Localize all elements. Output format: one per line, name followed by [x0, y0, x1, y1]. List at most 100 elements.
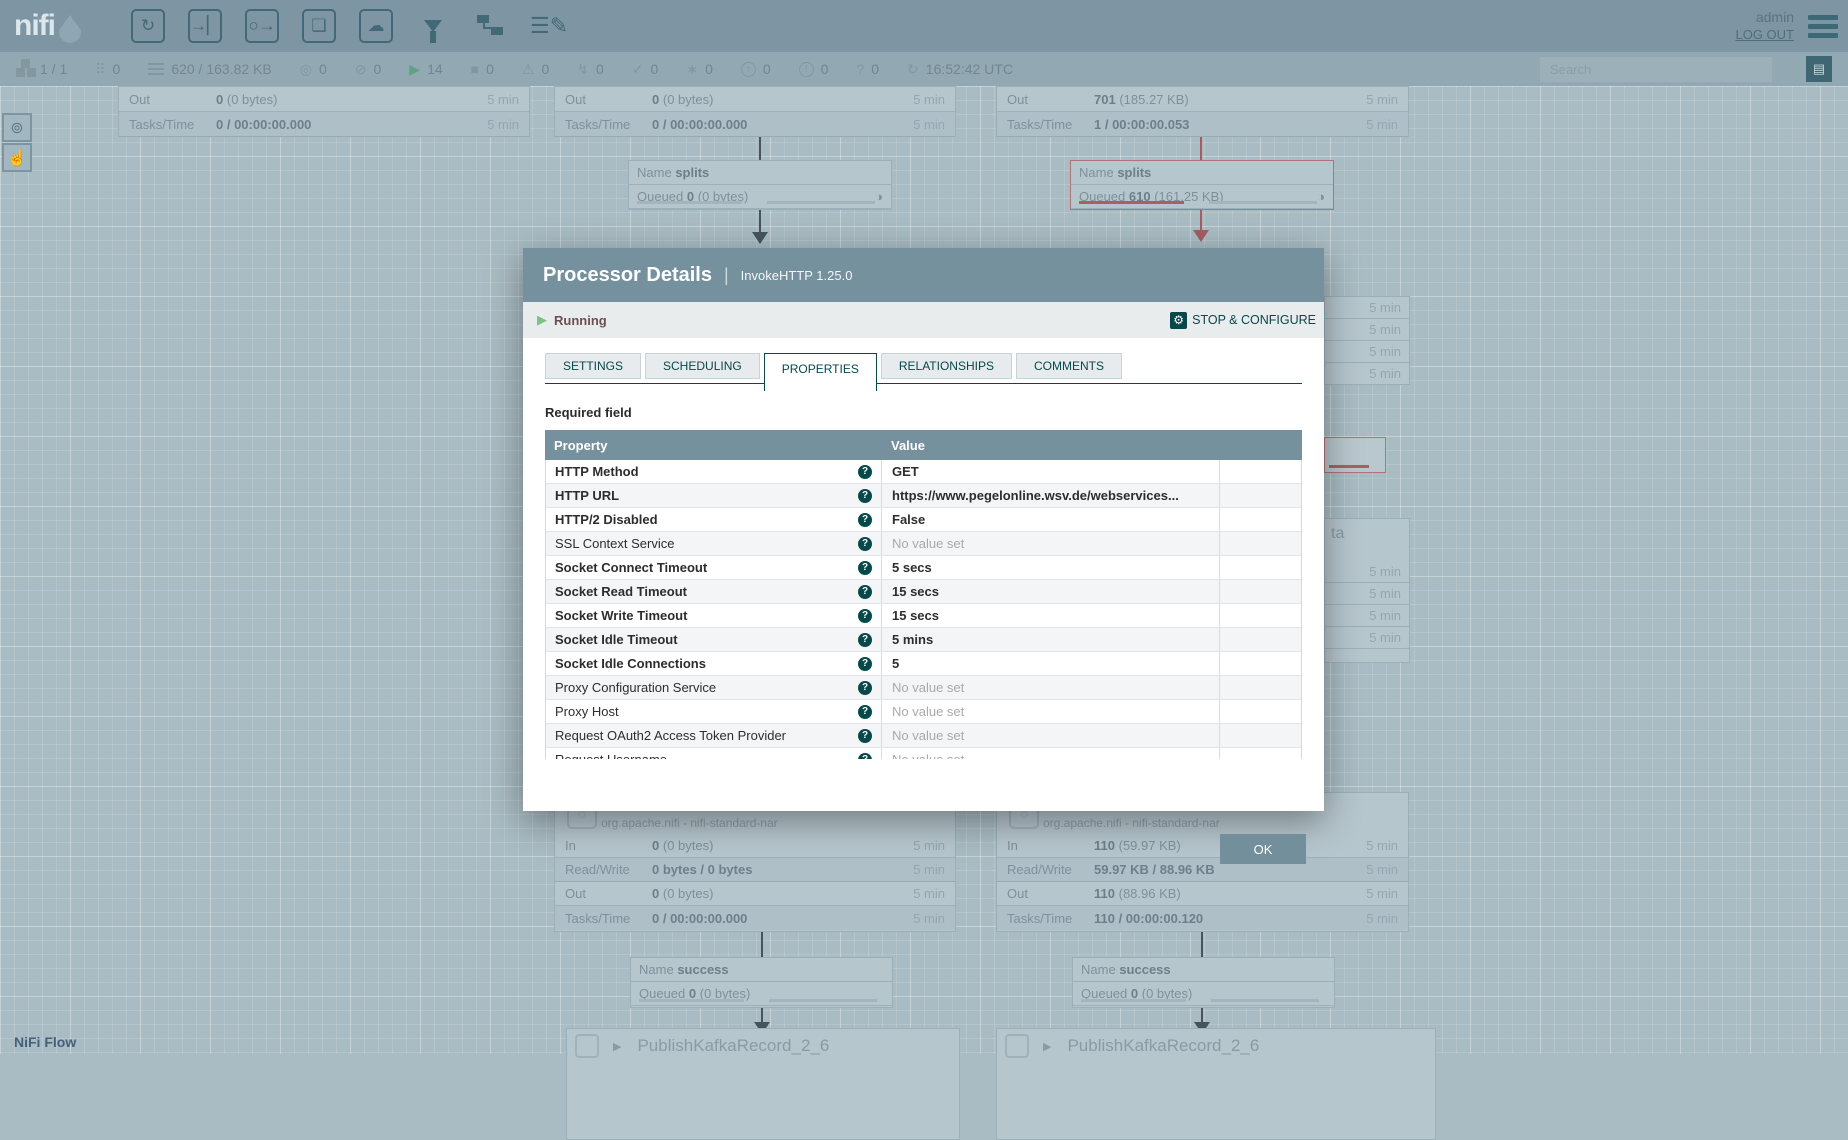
tab-properties[interactable]: PROPERTIES [764, 353, 877, 391]
connection-label-success[interactable]: Name success Queued 0 (0 bytes) [630, 957, 893, 1008]
dialog-status-row: ▶ Running ⚙ STOP & CONFIGURE [523, 302, 1324, 338]
running-icon: ▶ [409, 61, 420, 78]
transmitting-status: ◎0 [300, 61, 327, 78]
running-state-label: Running [554, 313, 607, 328]
help-icon[interactable]: ? [858, 705, 872, 719]
connection-line [761, 1008, 763, 1022]
connection-label-fragment[interactable] [1324, 437, 1386, 473]
load-balance-icon: ◑ [1317, 189, 1325, 204]
ok-button[interactable]: OK [1220, 834, 1306, 864]
navigate-palette-button[interactable]: ⊚ [2, 113, 32, 142]
backpressure-data-bar [769, 999, 877, 1002]
tab-scheduling[interactable]: SCHEDULING [645, 353, 760, 379]
logout-link[interactable]: LOG OUT [1735, 26, 1794, 43]
breadcrumb[interactable]: NiFi Flow [14, 1034, 76, 1050]
dialog-header: Processor Details | InvokeHTTP 1.25.0 [523, 248, 1324, 302]
property-row: Socket Read Timeout?15 secs [546, 580, 1301, 604]
process-group-icon[interactable]: ❏ [302, 9, 336, 43]
help-icon[interactable]: ? [858, 729, 872, 743]
property-row: Request OAuth2 Access Token Provider?No … [546, 724, 1301, 748]
connection-line [759, 137, 761, 160]
running-status: ▶14 [409, 61, 442, 78]
help-icon[interactable]: ? [858, 561, 872, 575]
input-port-icon[interactable]: →▏ [188, 9, 222, 43]
processor-fragment[interactable]: ta 5 min 5 min 5 min 5 min [1324, 518, 1410, 663]
stopped-status: ■0 [471, 61, 494, 77]
property-row: Socket Write Timeout?15 secs [546, 604, 1301, 628]
property-row: Proxy Configuration Service?No value set [546, 676, 1301, 700]
tab-relationships[interactable]: RELATIONSHIPS [881, 353, 1012, 379]
global-menu-button[interactable] [1808, 15, 1838, 38]
locally-modified-icon: ∗ [686, 61, 698, 78]
connection-label-splits[interactable]: Name splits Queued 0 (0 bytes)◑ [628, 160, 892, 210]
connection-label-splits[interactable]: Name splits Queued 610 (161.25 KB)◑ [1070, 160, 1334, 210]
property-row: Socket Idle Connections?5 [546, 652, 1301, 676]
refresh-icon[interactable]: ↻ [907, 61, 919, 78]
stale-status: ↑0 [741, 61, 771, 77]
connection-line [1200, 210, 1202, 230]
sync-failure-icon: ? [856, 61, 864, 77]
up-to-date-icon: ✓ [632, 61, 644, 78]
dialog-title: Processor Details [543, 264, 712, 287]
transmitting-icon: ◎ [300, 61, 312, 78]
help-icon[interactable]: ? [858, 489, 872, 503]
connection-line [759, 210, 761, 232]
property-row: Proxy Host?No value set [546, 700, 1301, 724]
help-icon[interactable]: ? [858, 633, 872, 647]
backpressure-object-bar [1079, 201, 1184, 204]
processor-stats-fragment[interactable]: 5 min 5 min 5 min 5 min [1324, 296, 1410, 385]
help-icon[interactable]: ? [858, 609, 872, 623]
processor-name: PublishKafkaRecord_2_6 [1067, 1036, 1259, 1056]
property-row: HTTP Method?GET [546, 460, 1301, 484]
dialog-body: SETTINGS SCHEDULING PROPERTIES RELATIONS… [523, 353, 1324, 826]
search-input[interactable] [1548, 61, 1764, 78]
stop-and-configure-button[interactable]: ⚙ STOP & CONFIGURE [1170, 312, 1316, 329]
connection-label-success[interactable]: Name success Queued 0 (0 bytes) [1072, 957, 1335, 1008]
remote-process-group-icon[interactable]: ☁ [359, 9, 393, 43]
processor-name-fragment: ta [1325, 519, 1409, 561]
label-icon[interactable]: ☰✎ [530, 9, 568, 43]
backpressure-object-bar [639, 999, 744, 1002]
processor-stats-fragment[interactable]: Out0 (0 bytes)5 min Tasks/Time0 / 00:00:… [118, 86, 530, 137]
help-icon[interactable]: ? [858, 657, 872, 671]
invalid-status: ⚠0 [522, 61, 549, 78]
not-transmitting-icon: ⊘ [355, 61, 367, 78]
connection-arrowhead [752, 232, 768, 244]
help-icon[interactable]: ? [858, 681, 872, 695]
required-field-label: Required field [545, 405, 1302, 421]
properties-table-body: HTTP Method?GET HTTP URL?https://www.peg… [545, 460, 1302, 759]
up-to-date-status: ✓0 [632, 61, 659, 78]
help-icon[interactable]: ? [858, 537, 872, 551]
help-icon[interactable]: ? [858, 753, 872, 760]
processor-stats-fragment[interactable]: Out701 (185.27 KB)5 min Tasks/Time1 / 00… [996, 86, 1409, 137]
disabled-status: ↯0 [577, 61, 604, 78]
processor-publish-kafka[interactable]: ▶ PublishKafkaRecord_2_6 [996, 1028, 1436, 1140]
active-threads-status: ⠿0 [95, 61, 120, 78]
invalid-icon: ⚠ [522, 61, 535, 78]
processor-name: PublishKafkaRecord_2_6 [637, 1036, 829, 1056]
processor-stats-fragment[interactable]: Out0 (0 bytes)5 min Tasks/Time0 / 00:00:… [554, 86, 956, 137]
processor-icon[interactable]: ↻ [131, 9, 165, 43]
help-icon[interactable]: ? [858, 513, 872, 527]
help-icon[interactable]: ? [858, 585, 872, 599]
connection-line [1200, 137, 1202, 160]
load-balance-icon: ◑ [875, 189, 883, 204]
tab-settings[interactable]: SETTINGS [545, 353, 641, 379]
stale-icon: ↑ [741, 62, 756, 77]
backpressure-object-bar [637, 201, 742, 204]
template-icon[interactable] [473, 9, 507, 43]
funnel-icon[interactable] [416, 9, 450, 43]
backpressure-data-bar [1211, 999, 1319, 1002]
processor-publish-kafka[interactable]: ▶ PublishKafkaRecord_2_6 [566, 1028, 960, 1140]
last-refreshed[interactable]: ↻16:52:42 UTC [907, 61, 1013, 78]
help-icon[interactable]: ? [858, 465, 872, 479]
tab-comments[interactable]: COMMENTS [1016, 353, 1122, 379]
locally-modified-stale-icon: ! [799, 62, 814, 77]
stop-configure-icon: ⚙ [1170, 312, 1187, 329]
output-port-icon[interactable]: ○→ [245, 9, 279, 43]
status-bar-panel-button[interactable]: ▤ [1806, 56, 1832, 82]
flow-status-bar: 1 / 1 ⠿0 620 / 163.82 KB ◎0 ⊘0 ▶14 ■0 ⚠0… [0, 52, 1848, 86]
property-row: HTTP/2 Disabled?False [546, 508, 1301, 532]
backpressure-data-bar [1209, 201, 1317, 204]
operate-palette-button[interactable]: ☝ [2, 143, 32, 172]
